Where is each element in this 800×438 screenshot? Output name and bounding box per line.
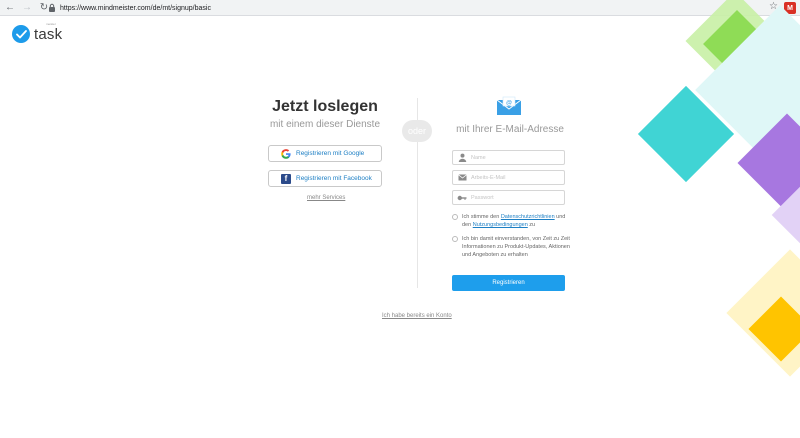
back-icon[interactable]: ← — [3, 1, 17, 15]
social-subtitle: mit einem dieser Dienste — [269, 119, 381, 130]
privacy-policy-link[interactable]: Datenschutzrichtlinien — [501, 214, 555, 220]
google-icon — [281, 148, 291, 159]
forward-icon[interactable]: → — [20, 1, 34, 15]
terms-text-part-3: zu — [527, 222, 536, 228]
checkmark-icon — [12, 25, 30, 43]
terms-text-part-1: Ich stimme den — [462, 214, 501, 220]
browser-toolbar: ← → ↻ https://www.mindmeister.com/de/mt/… — [0, 0, 800, 16]
google-signup-button[interactable]: Registrieren mit Google — [268, 145, 382, 162]
terms-text: Ich stimme den Datenschutzrichtlinien un… — [462, 213, 570, 229]
facebook-icon: f — [281, 173, 291, 184]
name-input[interactable] — [471, 154, 561, 161]
google-button-label: Registrieren mit Google — [296, 150, 365, 157]
logo-small-text: meister — [46, 22, 56, 26]
marketing-text: Ich bin damit einverstanden, von Zeit zu… — [462, 236, 570, 258]
email-signup-title: mit Ihrer E-Mail-Adresse — [456, 124, 564, 135]
name-field[interactable] — [452, 150, 565, 165]
register-button[interactable]: Registrieren — [452, 275, 565, 291]
envelope-icon: @ — [496, 96, 522, 115]
email-field[interactable] — [452, 170, 565, 185]
marketing-checkbox[interactable] — [452, 236, 458, 242]
page-title: Jetzt loslegen — [272, 98, 378, 115]
terms-of-use-link[interactable]: Nutzungsbedingungen — [473, 222, 528, 228]
key-icon — [457, 193, 467, 203]
existing-account-link[interactable]: Ich habe bereits ein Konto — [382, 313, 452, 319]
password-field[interactable] — [452, 190, 565, 205]
lock-icon — [49, 3, 55, 12]
email-input[interactable] — [471, 174, 561, 181]
address-bar[interactable]: https://www.mindmeister.com/de/mt/signup… — [48, 2, 782, 14]
facebook-button-label: Registrieren mit Facebook — [296, 175, 372, 182]
social-signup-section: Jetzt loslegen mit einem dieser Dienste — [255, 98, 395, 130]
facebook-signup-button[interactable]: f Registrieren mit Facebook — [268, 170, 382, 187]
svg-text:@: @ — [506, 101, 512, 107]
marketing-checkbox-row: Ich bin damit einverstanden, von Zeit zu… — [452, 235, 570, 259]
meistertask-logo[interactable]: task meister — [12, 22, 63, 43]
password-input[interactable] — [471, 194, 561, 201]
or-separator: oder — [402, 120, 432, 142]
logo-text: task — [34, 25, 63, 43]
url-text: https://www.mindmeister.com/de/mt/signup… — [60, 4, 211, 12]
mail-icon — [457, 173, 467, 183]
more-services-link[interactable]: mehr Services — [307, 195, 345, 201]
terms-checkbox[interactable] — [452, 214, 458, 220]
user-icon — [457, 153, 467, 163]
terms-checkbox-row: Ich stimme den Datenschutzrichtlinien un… — [452, 213, 570, 229]
